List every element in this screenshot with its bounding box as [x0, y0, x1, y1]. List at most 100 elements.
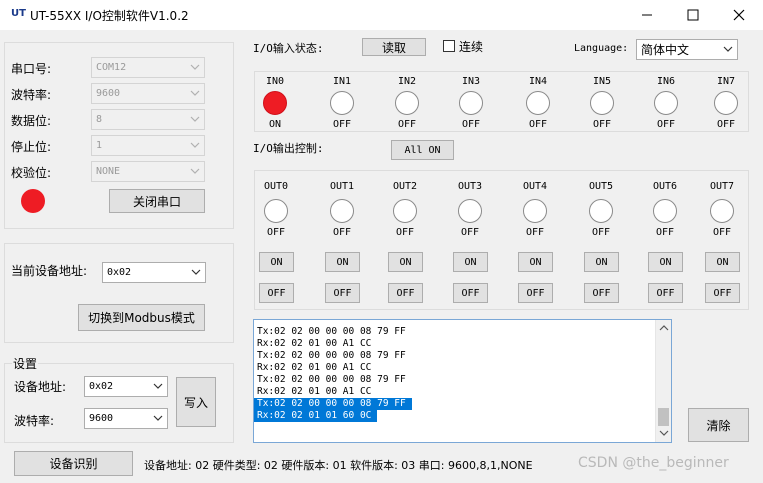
- all-on-button[interactable]: All ON: [391, 140, 454, 160]
- chevron-down-icon: [190, 64, 200, 70]
- close-port-button[interactable]: 关闭串口: [109, 189, 205, 213]
- write-button[interactable]: 写入: [176, 377, 216, 427]
- input-channel-state: OFF: [656, 119, 676, 130]
- output-off-button[interactable]: OFF: [453, 283, 488, 303]
- input-channel-name: IN0: [265, 76, 285, 87]
- databits-label: 数据位:: [11, 114, 52, 128]
- baud-select[interactable]: 9600: [91, 83, 205, 104]
- output-off-button[interactable]: OFF: [388, 283, 423, 303]
- input-channel-state: OFF: [716, 119, 736, 130]
- output-on-button[interactable]: ON: [453, 252, 488, 272]
- language-label: Language:: [574, 43, 629, 54]
- minimize-button[interactable]: [624, 0, 670, 30]
- output-channel-state: OFF: [712, 227, 732, 238]
- input-led-indicator: [526, 91, 550, 115]
- output-channel-name: OUT6: [652, 181, 678, 192]
- output-off-button[interactable]: OFF: [584, 283, 619, 303]
- continuous-label: 连续: [459, 40, 484, 54]
- output-channel-name: OUT3: [457, 181, 483, 192]
- output-channel-name: OUT0: [263, 181, 289, 192]
- input-channel-state: OFF: [461, 119, 481, 130]
- watermark: CSDN @the_beginner: [578, 455, 729, 471]
- output-off-button[interactable]: OFF: [518, 283, 553, 303]
- output-channel-state: OFF: [460, 227, 480, 238]
- settings-baud-value: 9600: [89, 413, 114, 424]
- chevron-down-icon: [190, 142, 200, 148]
- window-title: UT-55XX I/O控制软件V1.0.2: [30, 9, 189, 23]
- input-led-indicator: [330, 91, 354, 115]
- scroll-thumb[interactable]: [658, 408, 669, 426]
- scroll-down-icon[interactable]: [659, 429, 669, 437]
- status-info: 设备地址: 02 硬件类型: 02 硬件版本: 01 软件版本: 03 串口: …: [144, 459, 533, 472]
- identify-device-button[interactable]: 设备识别: [14, 451, 133, 476]
- input-channel-name: IN5: [592, 76, 612, 87]
- output-on-button[interactable]: ON: [259, 252, 294, 272]
- output-on-button[interactable]: ON: [388, 252, 423, 272]
- chevron-down-icon: [153, 415, 163, 421]
- output-led-indicator: [710, 199, 734, 223]
- chevron-down-icon: [190, 90, 200, 96]
- input-led-indicator: [590, 91, 614, 115]
- chevron-down-icon: [191, 269, 201, 275]
- output-off-button[interactable]: OFF: [705, 283, 740, 303]
- chevron-down-icon: [153, 383, 163, 389]
- scroll-up-icon[interactable]: [659, 324, 669, 332]
- current-address-value: 0x02: [107, 267, 132, 278]
- stopbits-value: 1: [96, 140, 103, 151]
- port-label: 串口号:: [11, 62, 52, 76]
- output-on-button[interactable]: ON: [584, 252, 619, 272]
- read-button[interactable]: 读取: [362, 38, 426, 56]
- parity-select[interactable]: NONE: [91, 161, 205, 182]
- settings-group-title: 设置: [12, 355, 39, 372]
- databits-value: 8: [96, 114, 103, 125]
- minimize-icon: [642, 14, 652, 16]
- output-on-button[interactable]: ON: [648, 252, 683, 272]
- input-channel-state: OFF: [528, 119, 548, 130]
- log-scrollbar[interactable]: [655, 320, 671, 442]
- output-led-indicator: [264, 199, 288, 223]
- settings-address-select[interactable]: 0x02: [84, 376, 168, 397]
- language-select[interactable]: 简体中文: [636, 39, 738, 60]
- output-on-button[interactable]: ON: [705, 252, 740, 272]
- clear-button[interactable]: 清除: [688, 408, 749, 442]
- output-on-button[interactable]: ON: [518, 252, 553, 272]
- input-led-indicator: [714, 91, 738, 115]
- output-led-indicator: [589, 199, 613, 223]
- maximize-button[interactable]: [670, 0, 716, 30]
- output-channel-state: OFF: [266, 227, 286, 238]
- output-channel-name: OUT1: [329, 181, 355, 192]
- output-off-button[interactable]: OFF: [259, 283, 294, 303]
- output-channel-state: OFF: [395, 227, 415, 238]
- close-window-button[interactable]: [716, 0, 762, 30]
- input-channel-name: IN4: [528, 76, 548, 87]
- output-led-indicator: [393, 199, 417, 223]
- switch-modbus-button[interactable]: 切换到Modbus模式: [78, 304, 205, 331]
- input-channel-state: ON: [268, 119, 282, 130]
- input-channel-state: OFF: [332, 119, 352, 130]
- output-channel-state: OFF: [332, 227, 352, 238]
- maximize-icon: [687, 9, 699, 21]
- baud-label: 波特率:: [11, 88, 52, 102]
- output-off-button[interactable]: OFF: [648, 283, 683, 303]
- databits-select[interactable]: 8: [91, 109, 205, 130]
- continuous-checkbox[interactable]: [443, 40, 455, 52]
- output-channel-name: OUT7: [709, 181, 735, 192]
- parity-value: NONE: [96, 166, 121, 177]
- parity-label: 校验位:: [11, 166, 52, 180]
- output-off-button[interactable]: OFF: [325, 283, 360, 303]
- output-control-label: I/O输出控制:: [253, 142, 324, 155]
- input-status-label: I/O输入状态:: [253, 42, 324, 55]
- baud-value: 9600: [96, 88, 121, 99]
- settings-baud-select[interactable]: 9600: [84, 408, 168, 429]
- port-value: COM12: [96, 62, 127, 73]
- port-select[interactable]: COM12: [91, 57, 205, 78]
- current-address-label: 当前设备地址:: [11, 264, 88, 278]
- chevron-down-icon: [190, 168, 200, 174]
- output-channel-state: OFF: [655, 227, 675, 238]
- communication-log[interactable]: Tx:02 02 00 00 00 08 79 FF Rx:02 02 01 00…: [253, 319, 672, 443]
- output-on-button[interactable]: ON: [325, 252, 360, 272]
- settings-address-label: 设备地址:: [14, 380, 67, 394]
- stopbits-select[interactable]: 1: [91, 135, 205, 156]
- input-led-indicator: [395, 91, 419, 115]
- current-address-select[interactable]: 0x02: [102, 262, 206, 283]
